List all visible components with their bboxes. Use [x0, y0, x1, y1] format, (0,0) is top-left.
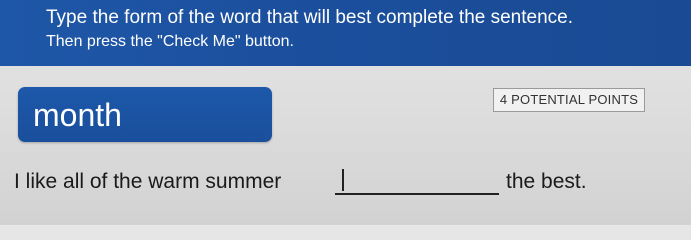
instructions: Type the form of the word that will best… [46, 7, 686, 53]
points-badge: 4 POTENTIAL POINTS [493, 88, 645, 112]
sentence-before-blank: I like all of the warm summer [14, 170, 282, 193]
sentence: I like all of the warm summer the best. [14, 165, 684, 199]
sentence-after-blank: the best. [506, 170, 587, 193]
base-word-card: month [18, 87, 272, 142]
answer-blank-input[interactable] [335, 165, 499, 195]
instructions-banner: Type the form of the word that will best… [0, 0, 691, 66]
text-cursor [342, 169, 344, 191]
base-word: month [33, 97, 122, 133]
instructions-line-2: Then press the "Check Me" button. [46, 33, 294, 50]
instructions-line-1: Type the form of the word that will best… [46, 7, 573, 28]
